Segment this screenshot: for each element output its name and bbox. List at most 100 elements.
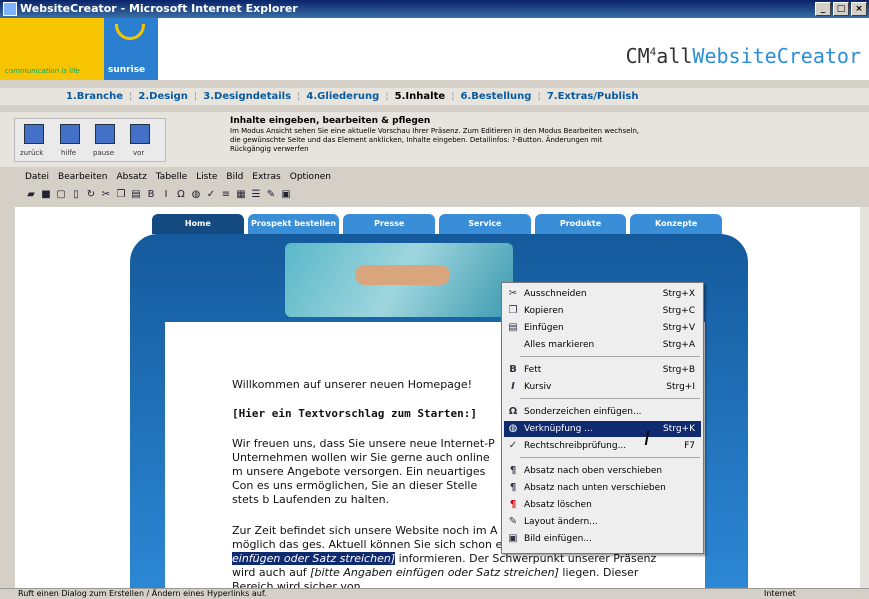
menuitem-rechtschreibpruefung[interactable]: ✓ Rechtschreibprüfung... F7 bbox=[504, 438, 701, 454]
menuitem-alles-markieren[interactable]: Alles markieren Strg+A bbox=[504, 337, 701, 353]
window-titlebar: WebsiteCreator - Microsoft Internet Expl… bbox=[0, 0, 869, 18]
menuitem-absatz-oben[interactable]: ¶ Absatz nach oben verschieben bbox=[504, 463, 701, 479]
security-zone: Internet bbox=[764, 589, 796, 598]
menuitem-absatz-loeschen[interactable]: ¶ Absatz löschen bbox=[504, 497, 701, 513]
paste-icon: ▤ bbox=[508, 322, 518, 333]
page-icon[interactable]: ▯ bbox=[70, 189, 82, 201]
maximize-button[interactable]: □ bbox=[833, 2, 849, 16]
refresh-icon[interactable]: ↻ bbox=[85, 189, 97, 201]
brand-tagline: communication is life bbox=[5, 67, 80, 75]
layout-icon[interactable]: ✎ bbox=[265, 189, 277, 201]
paragraph-down-icon: ¶ bbox=[509, 482, 517, 493]
paragraph-up-icon: ¶ bbox=[509, 465, 517, 476]
product-logo: CM4allWebsiteCreator bbox=[626, 44, 861, 68]
site-tab-konzepte[interactable]: Konzepte bbox=[630, 214, 723, 234]
save-icon[interactable]: ■ bbox=[40, 189, 52, 201]
sunrise-logo: sunrise bbox=[104, 18, 158, 80]
menu-bild[interactable]: Bild bbox=[226, 170, 243, 184]
site-tab-home[interactable]: Home bbox=[152, 214, 244, 234]
layout-icon: ✎ bbox=[508, 516, 518, 527]
menu-optionen[interactable]: Optionen bbox=[290, 170, 331, 184]
italic-icon[interactable]: I bbox=[160, 189, 172, 201]
step-2[interactable]: 2.Design bbox=[138, 88, 188, 105]
menu-tabelle[interactable]: Tabelle bbox=[156, 170, 187, 184]
step-3[interactable]: 3.Designdetails bbox=[203, 88, 291, 105]
content-heading[interactable]: [Hier ein Textvorschlag zum Starten:] bbox=[232, 407, 477, 421]
omega-icon[interactable]: Ω bbox=[175, 189, 187, 201]
vertical-scrollbar[interactable] bbox=[860, 207, 869, 588]
product-prefix: CM bbox=[625, 44, 650, 68]
menuitem-kopieren[interactable]: ❐ Kopieren Strg+C bbox=[504, 303, 701, 319]
brand-name: sunrise bbox=[108, 65, 146, 75]
menu-absatz[interactable]: Absatz bbox=[116, 170, 146, 184]
copy-icon: ❐ bbox=[508, 305, 518, 316]
menuitem-bild-einfuegen[interactable]: ▣ Bild einfügen... bbox=[504, 531, 701, 547]
welcome-text[interactable]: Willkommen auf unserer neuen Homepage! bbox=[232, 378, 472, 392]
bold-icon: B bbox=[509, 364, 517, 375]
cut-icon[interactable]: ✂ bbox=[100, 189, 112, 201]
open-icon[interactable]: ▰ bbox=[25, 189, 37, 201]
context-menu: ✂ Ausschneiden Strg+X ❐ Kopieren Strg+C ▤ Ein… bbox=[501, 282, 704, 554]
italic-icon: I bbox=[511, 381, 515, 392]
spellcheck-icon[interactable]: ✓ bbox=[205, 189, 217, 201]
align-icon[interactable]: ≡ bbox=[220, 189, 232, 201]
minimize-button[interactable]: _ bbox=[815, 2, 831, 16]
menuitem-kursiv[interactable]: I Kursiv Strg+I bbox=[504, 379, 701, 395]
image-icon: ▣ bbox=[508, 533, 518, 544]
menuitem-sonderzeichen[interactable]: Ω Sonderzeichen einfügen... bbox=[504, 404, 701, 420]
site-tab-produkte[interactable]: Produkte bbox=[534, 214, 627, 234]
editor-menubar: Datei Bearbeiten Absatz Tabelle Liste Bi… bbox=[0, 170, 869, 184]
window-title: WebsiteCreator - Microsoft Internet Expl… bbox=[20, 2, 298, 15]
menuitem-ausschneiden[interactable]: ✂ Ausschneiden Strg+X bbox=[504, 286, 701, 302]
image-icon[interactable]: ▣ bbox=[280, 189, 292, 201]
status-text: Ruft einen Dialog zum Erstellen / Ändern… bbox=[18, 589, 267, 598]
back-label: zurück bbox=[20, 149, 44, 157]
ie-icon bbox=[3, 2, 17, 16]
menu-extras[interactable]: Extras bbox=[252, 170, 280, 184]
site-tabs: Home Prospekt bestellen Presse Service P… bbox=[152, 214, 723, 234]
site-tab-prospekt[interactable]: Prospekt bestellen bbox=[247, 214, 340, 234]
table-icon[interactable]: ▦ bbox=[235, 189, 247, 201]
forward-icon[interactable] bbox=[130, 124, 150, 144]
menu-bearbeiten[interactable]: Bearbeiten bbox=[58, 170, 107, 184]
step-4[interactable]: 4.Gliederung bbox=[306, 88, 379, 105]
bold-icon[interactable]: B bbox=[145, 189, 157, 201]
back-icon[interactable] bbox=[24, 124, 44, 144]
pause-icon[interactable] bbox=[95, 124, 115, 144]
content-paragraph-1[interactable]: Wir freuen uns, dass Sie unsere neue Int… bbox=[232, 437, 502, 507]
menu-datei[interactable]: Datei bbox=[25, 170, 49, 184]
menuitem-einfuegen[interactable]: ▤ Einfügen Strg+V bbox=[504, 320, 701, 336]
list-icon[interactable]: ☰ bbox=[250, 189, 262, 201]
brand-logo-left: communication is life bbox=[0, 18, 104, 80]
product-name: WebsiteCreator bbox=[692, 44, 861, 68]
site-tab-service[interactable]: Service bbox=[439, 214, 531, 234]
menu-liste[interactable]: Liste bbox=[196, 170, 217, 184]
paste-icon[interactable]: ▤ bbox=[130, 189, 142, 201]
pause-label: pause bbox=[93, 149, 115, 157]
help-label: hilfe bbox=[61, 149, 77, 157]
wizard-steps: 1.Branche ¦ 2.Design ¦ 3.Designdetails ¦ 4.… bbox=[0, 88, 869, 105]
preview-icon[interactable]: ▢ bbox=[55, 189, 67, 201]
link-icon[interactable]: ◍ bbox=[190, 189, 202, 201]
hero-image[interactable] bbox=[285, 243, 513, 317]
para2-placeholder[interactable]: [bitte Angaben einfügen oder Satz streic… bbox=[310, 566, 559, 579]
site-tab-presse[interactable]: Presse bbox=[343, 214, 436, 234]
copy-icon[interactable]: ❐ bbox=[115, 189, 127, 201]
link-icon: ◍ bbox=[508, 423, 518, 434]
help-icon[interactable] bbox=[60, 124, 80, 144]
nav-buttons: zurück hilfe pause vor bbox=[14, 118, 166, 162]
menuitem-fett[interactable]: B Fett Strg+B bbox=[504, 362, 701, 378]
forward-label: vor bbox=[133, 149, 145, 157]
menu-separator bbox=[520, 457, 700, 458]
menuitem-absatz-unten[interactable]: ¶ Absatz nach unten verschieben bbox=[504, 480, 701, 496]
menuitem-layout-aendern[interactable]: ✎ Layout ändern... bbox=[504, 514, 701, 530]
menuitem-verknuepfung[interactable]: ◍ Verknüpfung ... Strg+K bbox=[504, 421, 701, 437]
menu-separator bbox=[520, 356, 700, 357]
step-1[interactable]: 1.Branche bbox=[66, 88, 123, 105]
menu-separator bbox=[520, 398, 700, 399]
scissors-icon: ✂ bbox=[508, 288, 518, 299]
step-5[interactable]: 5.Inhalte bbox=[395, 88, 445, 105]
step-6[interactable]: 6.Bestellung bbox=[461, 88, 532, 105]
step-7[interactable]: 7.Extras/Publish bbox=[547, 88, 639, 105]
close-button[interactable]: × bbox=[851, 2, 867, 16]
